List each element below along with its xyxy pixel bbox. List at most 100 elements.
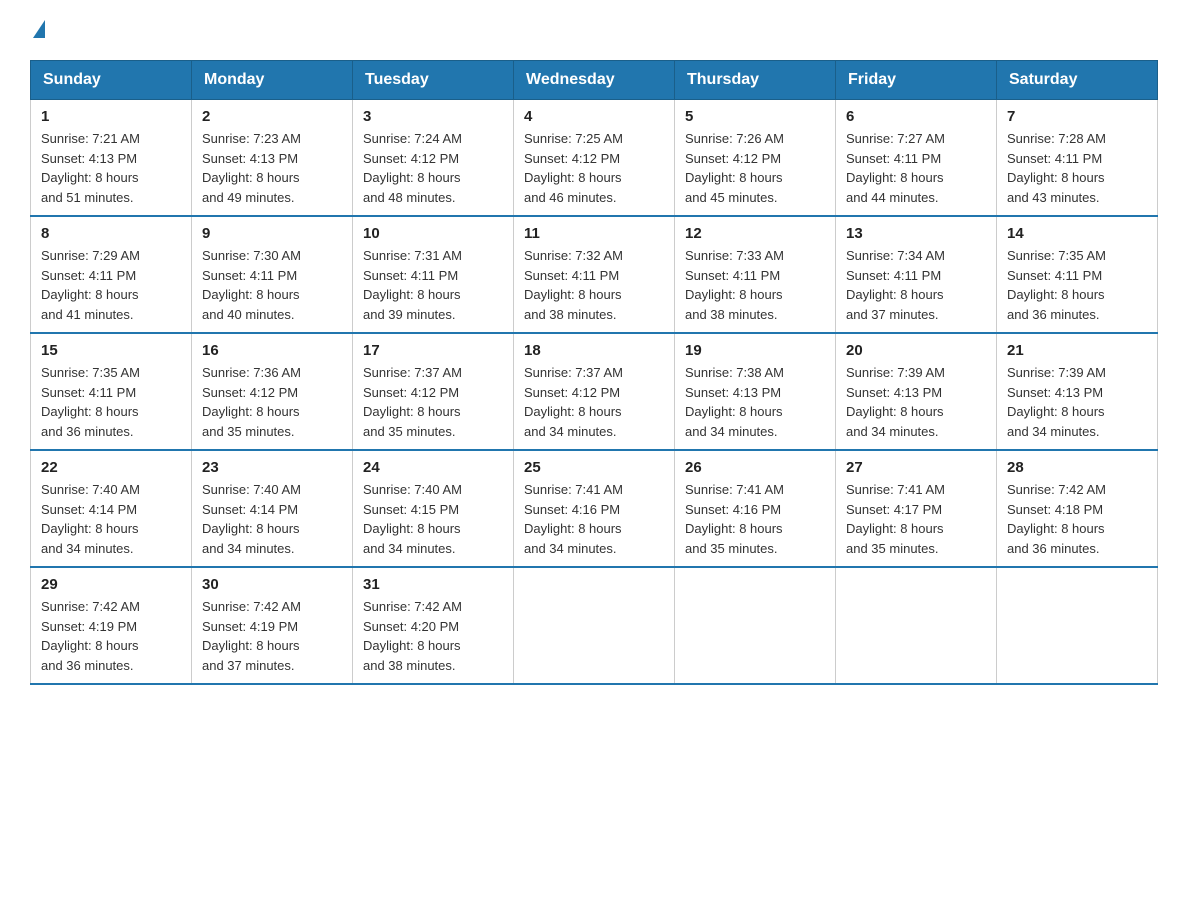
calendar-cell: 21 Sunrise: 7:39 AMSunset: 4:13 PMDaylig… [997,333,1158,450]
day-number: 25 [524,459,664,476]
day-info: Sunrise: 7:33 AMSunset: 4:11 PMDaylight:… [685,248,784,322]
calendar-cell [836,567,997,684]
calendar-cell: 6 Sunrise: 7:27 AMSunset: 4:11 PMDayligh… [836,100,997,217]
day-info: Sunrise: 7:34 AMSunset: 4:11 PMDaylight:… [846,248,945,322]
day-number: 8 [41,225,181,242]
day-info: Sunrise: 7:37 AMSunset: 4:12 PMDaylight:… [524,365,623,439]
calendar-cell: 12 Sunrise: 7:33 AMSunset: 4:11 PMDaylig… [675,216,836,333]
day-number: 3 [363,108,503,125]
day-number: 27 [846,459,986,476]
calendar-cell: 30 Sunrise: 7:42 AMSunset: 4:19 PMDaylig… [192,567,353,684]
calendar-week-4: 22 Sunrise: 7:40 AMSunset: 4:14 PMDaylig… [31,450,1158,567]
logo-triangle-icon [33,20,45,38]
day-info: Sunrise: 7:40 AMSunset: 4:14 PMDaylight:… [41,482,140,556]
day-info: Sunrise: 7:38 AMSunset: 4:13 PMDaylight:… [685,365,784,439]
day-info: Sunrise: 7:21 AMSunset: 4:13 PMDaylight:… [41,131,140,205]
day-info: Sunrise: 7:42 AMSunset: 4:20 PMDaylight:… [363,599,462,673]
day-info: Sunrise: 7:36 AMSunset: 4:12 PMDaylight:… [202,365,301,439]
weekday-header-row: SundayMondayTuesdayWednesdayThursdayFrid… [31,61,1158,100]
calendar-cell: 28 Sunrise: 7:42 AMSunset: 4:18 PMDaylig… [997,450,1158,567]
calendar-table: SundayMondayTuesdayWednesdayThursdayFrid… [30,60,1158,685]
calendar-cell: 20 Sunrise: 7:39 AMSunset: 4:13 PMDaylig… [836,333,997,450]
day-info: Sunrise: 7:31 AMSunset: 4:11 PMDaylight:… [363,248,462,322]
calendar-cell: 17 Sunrise: 7:37 AMSunset: 4:12 PMDaylig… [353,333,514,450]
day-number: 14 [1007,225,1147,242]
weekday-header-saturday: Saturday [997,61,1158,100]
day-info: Sunrise: 7:39 AMSunset: 4:13 PMDaylight:… [1007,365,1106,439]
calendar-cell: 31 Sunrise: 7:42 AMSunset: 4:20 PMDaylig… [353,567,514,684]
day-number: 9 [202,225,342,242]
day-info: Sunrise: 7:23 AMSunset: 4:13 PMDaylight:… [202,131,301,205]
calendar-week-2: 8 Sunrise: 7:29 AMSunset: 4:11 PMDayligh… [31,216,1158,333]
day-info: Sunrise: 7:37 AMSunset: 4:12 PMDaylight:… [363,365,462,439]
weekday-header-wednesday: Wednesday [514,61,675,100]
calendar-cell: 7 Sunrise: 7:28 AMSunset: 4:11 PMDayligh… [997,100,1158,217]
day-number: 15 [41,342,181,359]
day-info: Sunrise: 7:35 AMSunset: 4:11 PMDaylight:… [1007,248,1106,322]
weekday-header-thursday: Thursday [675,61,836,100]
weekday-header-friday: Friday [836,61,997,100]
calendar-cell: 16 Sunrise: 7:36 AMSunset: 4:12 PMDaylig… [192,333,353,450]
day-number: 30 [202,576,342,593]
day-info: Sunrise: 7:35 AMSunset: 4:11 PMDaylight:… [41,365,140,439]
calendar-cell: 11 Sunrise: 7:32 AMSunset: 4:11 PMDaylig… [514,216,675,333]
calendar-cell: 14 Sunrise: 7:35 AMSunset: 4:11 PMDaylig… [997,216,1158,333]
day-info: Sunrise: 7:41 AMSunset: 4:16 PMDaylight:… [524,482,623,556]
calendar-cell: 18 Sunrise: 7:37 AMSunset: 4:12 PMDaylig… [514,333,675,450]
day-number: 2 [202,108,342,125]
calendar-cell: 29 Sunrise: 7:42 AMSunset: 4:19 PMDaylig… [31,567,192,684]
calendar-cell: 5 Sunrise: 7:26 AMSunset: 4:12 PMDayligh… [675,100,836,217]
day-info: Sunrise: 7:41 AMSunset: 4:16 PMDaylight:… [685,482,784,556]
day-info: Sunrise: 7:32 AMSunset: 4:11 PMDaylight:… [524,248,623,322]
day-number: 24 [363,459,503,476]
day-info: Sunrise: 7:25 AMSunset: 4:12 PMDaylight:… [524,131,623,205]
day-number: 12 [685,225,825,242]
calendar-cell [514,567,675,684]
day-info: Sunrise: 7:27 AMSunset: 4:11 PMDaylight:… [846,131,945,205]
calendar-cell: 9 Sunrise: 7:30 AMSunset: 4:11 PMDayligh… [192,216,353,333]
day-number: 11 [524,225,664,242]
calendar-cell [997,567,1158,684]
weekday-header-tuesday: Tuesday [353,61,514,100]
day-number: 20 [846,342,986,359]
calendar-cell: 15 Sunrise: 7:35 AMSunset: 4:11 PMDaylig… [31,333,192,450]
day-number: 6 [846,108,986,125]
day-info: Sunrise: 7:29 AMSunset: 4:11 PMDaylight:… [41,248,140,322]
day-number: 31 [363,576,503,593]
calendar-cell: 3 Sunrise: 7:24 AMSunset: 4:12 PMDayligh… [353,100,514,217]
day-info: Sunrise: 7:40 AMSunset: 4:15 PMDaylight:… [363,482,462,556]
day-number: 13 [846,225,986,242]
calendar-cell: 24 Sunrise: 7:40 AMSunset: 4:15 PMDaylig… [353,450,514,567]
day-number: 1 [41,108,181,125]
weekday-header-monday: Monday [192,61,353,100]
calendar-cell [675,567,836,684]
calendar-cell: 10 Sunrise: 7:31 AMSunset: 4:11 PMDaylig… [353,216,514,333]
calendar-cell: 26 Sunrise: 7:41 AMSunset: 4:16 PMDaylig… [675,450,836,567]
calendar-week-1: 1 Sunrise: 7:21 AMSunset: 4:13 PMDayligh… [31,100,1158,217]
day-info: Sunrise: 7:42 AMSunset: 4:19 PMDaylight:… [41,599,140,673]
calendar-cell: 8 Sunrise: 7:29 AMSunset: 4:11 PMDayligh… [31,216,192,333]
day-info: Sunrise: 7:40 AMSunset: 4:14 PMDaylight:… [202,482,301,556]
logo [30,20,45,40]
weekday-header-sunday: Sunday [31,61,192,100]
calendar-cell: 22 Sunrise: 7:40 AMSunset: 4:14 PMDaylig… [31,450,192,567]
day-number: 10 [363,225,503,242]
day-number: 7 [1007,108,1147,125]
day-number: 5 [685,108,825,125]
day-number: 26 [685,459,825,476]
calendar-week-5: 29 Sunrise: 7:42 AMSunset: 4:19 PMDaylig… [31,567,1158,684]
day-number: 17 [363,342,503,359]
day-number: 16 [202,342,342,359]
day-number: 22 [41,459,181,476]
calendar-cell: 13 Sunrise: 7:34 AMSunset: 4:11 PMDaylig… [836,216,997,333]
day-info: Sunrise: 7:41 AMSunset: 4:17 PMDaylight:… [846,482,945,556]
day-number: 29 [41,576,181,593]
calendar-cell: 4 Sunrise: 7:25 AMSunset: 4:12 PMDayligh… [514,100,675,217]
day-info: Sunrise: 7:24 AMSunset: 4:12 PMDaylight:… [363,131,462,205]
day-number: 19 [685,342,825,359]
calendar-week-3: 15 Sunrise: 7:35 AMSunset: 4:11 PMDaylig… [31,333,1158,450]
day-info: Sunrise: 7:30 AMSunset: 4:11 PMDaylight:… [202,248,301,322]
day-info: Sunrise: 7:28 AMSunset: 4:11 PMDaylight:… [1007,131,1106,205]
day-info: Sunrise: 7:42 AMSunset: 4:19 PMDaylight:… [202,599,301,673]
day-info: Sunrise: 7:42 AMSunset: 4:18 PMDaylight:… [1007,482,1106,556]
